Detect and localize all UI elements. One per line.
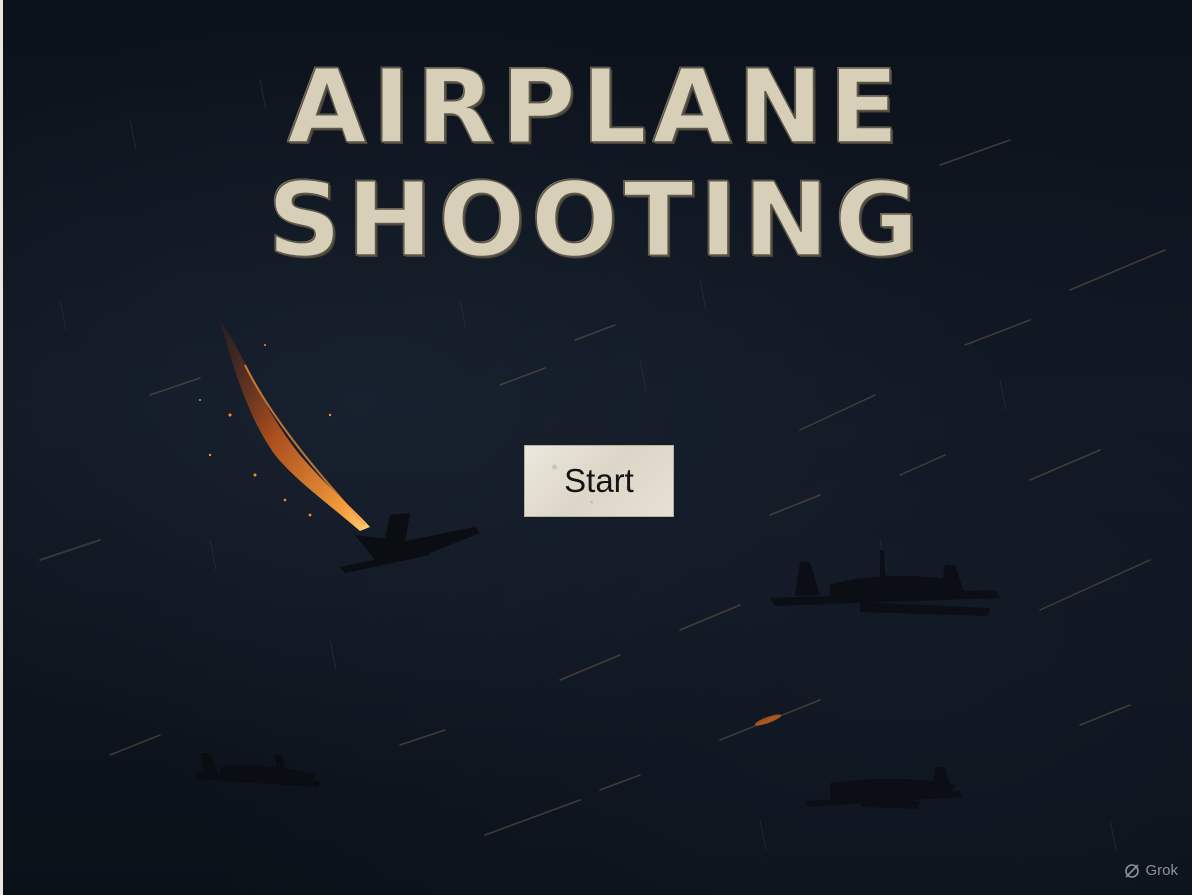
grok-watermark: Grok [1124,862,1178,879]
start-button[interactable]: Start [524,445,674,517]
burning-plane [340,513,480,573]
game-title-line-1: AIRPLANE [287,48,905,167]
watermark-label: Grok [1145,862,1178,879]
enemy-plane [195,753,320,787]
enemy-plane [770,550,1000,616]
game-title-line-2: SHOOTING [267,161,925,280]
enemy-plane [805,767,962,809]
game-scene: AIRPLANE SHOOTING Start Grok [0,0,1192,895]
grok-logo-icon [1125,863,1140,878]
